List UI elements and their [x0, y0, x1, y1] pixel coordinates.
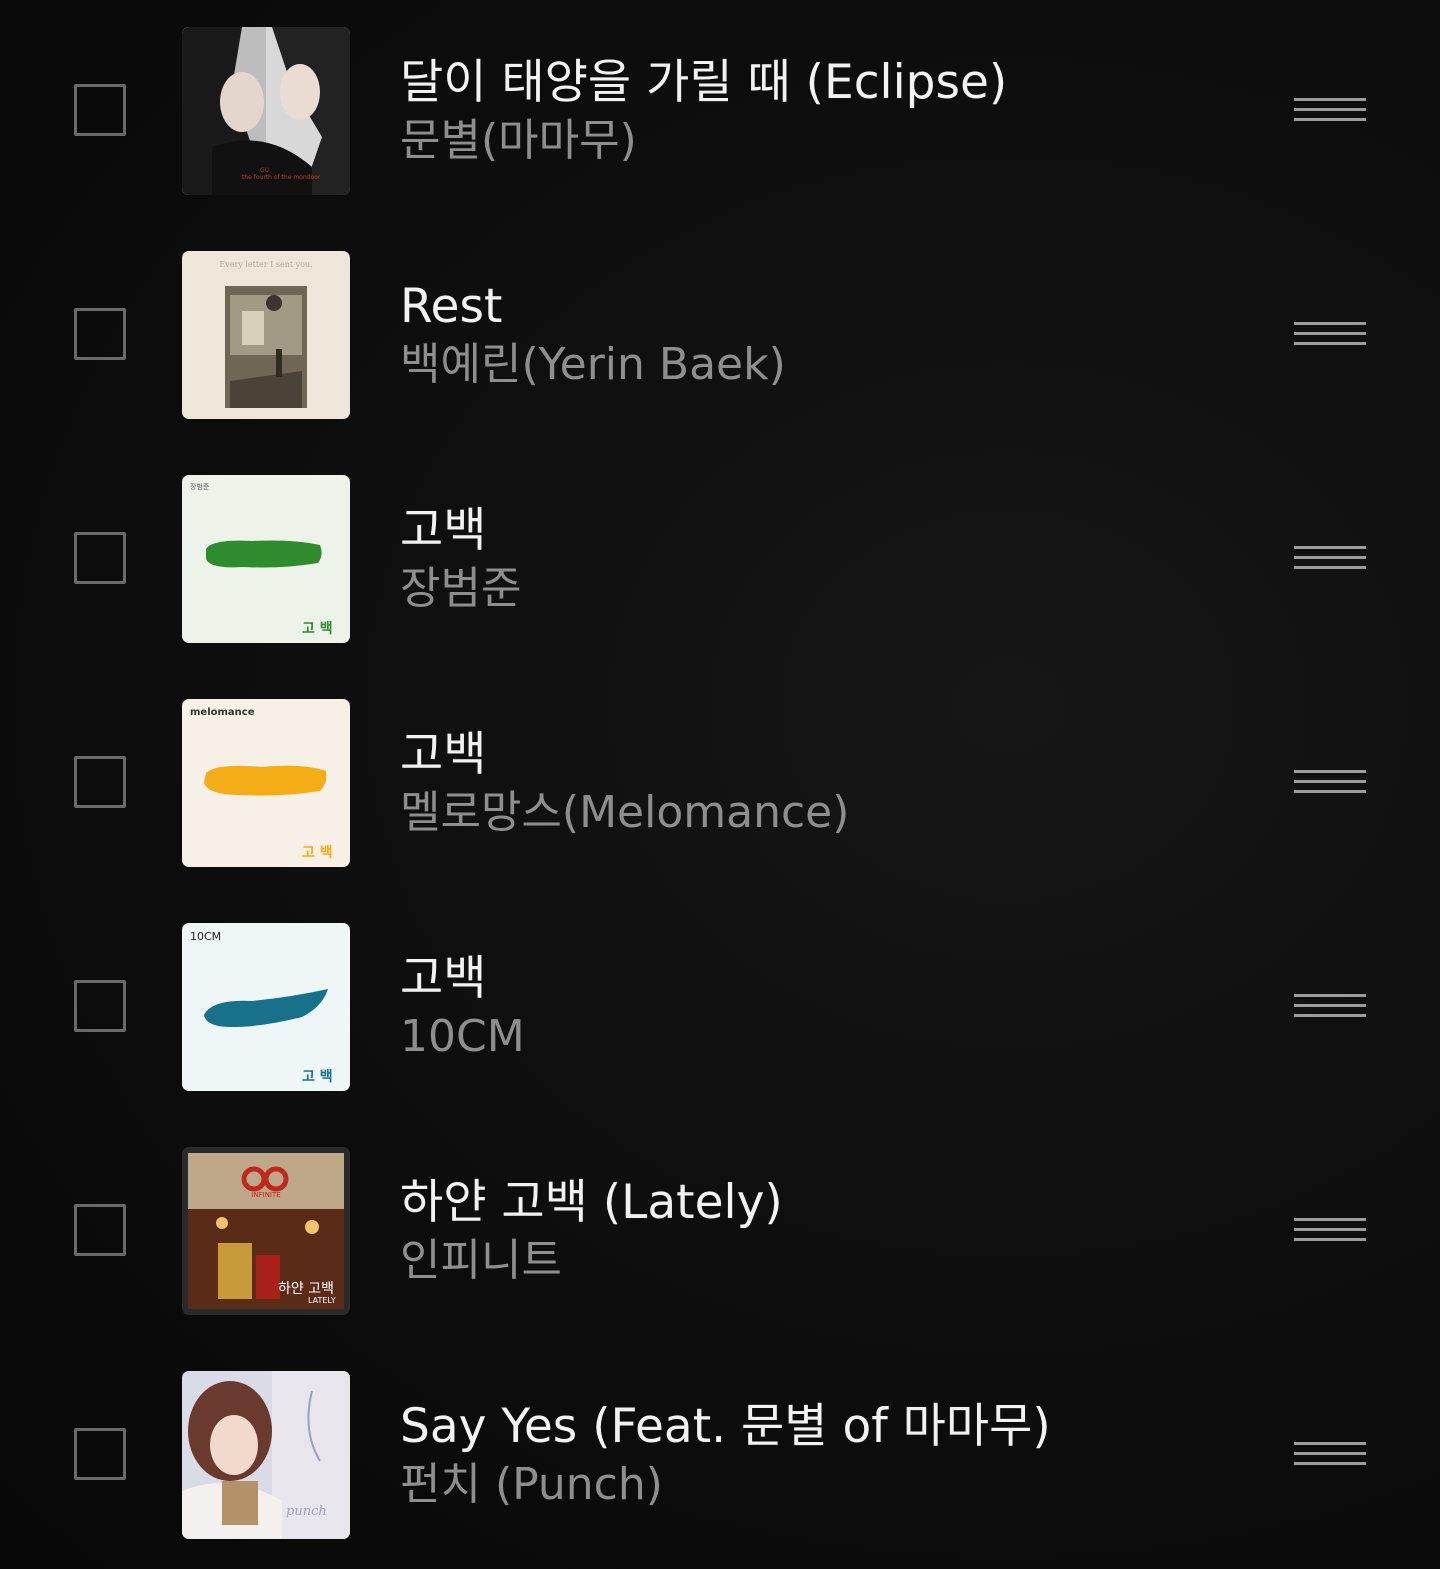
list-item[interactable]: melomance 고 백 고백 멜로망스(Melomance): [0, 672, 1440, 896]
song-artist: 백예린(Yerin Baek): [400, 339, 786, 390]
song-artist: 멜로망스(Melomance): [400, 787, 850, 838]
album-art-punch: punch: [182, 1371, 350, 1539]
select-checkbox[interactable]: [74, 532, 126, 584]
svg-text:punch: punch: [286, 1504, 327, 1519]
svg-text:LATELY: LATELY: [308, 1296, 336, 1305]
song-title: 고백: [400, 727, 487, 782]
list-item[interactable]: 10CM 고 백 고백 10CM: [0, 896, 1440, 1120]
drag-handle-icon[interactable]: [1294, 1442, 1366, 1468]
drag-handle-icon[interactable]: [1294, 322, 1366, 348]
svg-text:the fourth of the mondoor: the fourth of the mondoor: [242, 174, 321, 181]
album-art-text: Every letter I sent you.: [219, 260, 312, 269]
svg-text:고 백: 고 백: [302, 621, 333, 637]
song-artist: 인피니트: [400, 1235, 562, 1286]
svg-text:melomance: melomance: [190, 707, 255, 718]
select-checkbox[interactable]: [74, 756, 126, 808]
playlist-edit-list: the fourth of the mondoor GU 달이 태양을 가릴 때…: [0, 0, 1440, 1569]
song-title: 고백: [400, 503, 487, 558]
song-title: 하얀 고백 (Lately): [400, 1175, 783, 1230]
album-art-gobaek-teal: 10CM 고 백: [182, 923, 350, 1091]
song-title: Rest: [400, 279, 503, 334]
svg-text:고 백: 고 백: [302, 1069, 333, 1085]
song-artist: 펀치 (Punch): [400, 1459, 663, 1510]
svg-text:장범준: 장범준: [190, 482, 210, 491]
song-artist: 10CM: [400, 1011, 525, 1062]
album-art-infinite: INFINITE 하얀 고백 LATELY: [182, 1147, 350, 1315]
select-checkbox[interactable]: [74, 84, 126, 136]
svg-text:하얀 고백: 하얀 고백: [278, 1281, 334, 1297]
song-artist: 장범준: [400, 563, 522, 614]
drag-handle-icon[interactable]: [1294, 994, 1366, 1020]
album-art-eclipse: the fourth of the mondoor GU: [182, 27, 350, 195]
album-art-gobaek-yellow: melomance 고 백: [182, 699, 350, 867]
song-title: Say Yes (Feat. 문별 of 마마무): [400, 1399, 1051, 1454]
select-checkbox[interactable]: [74, 1428, 126, 1480]
list-item[interactable]: punch Say Yes (Feat. 문별 of 마마무) 펀치 (Punc…: [0, 1344, 1440, 1568]
list-item[interactable]: Every letter I sent you. Rest 백예린(Yerin …: [0, 224, 1440, 448]
list-item[interactable]: INFINITE 하얀 고백 LATELY 하얀 고백 (Lately) 인피니…: [0, 1120, 1440, 1344]
list-item[interactable]: the fourth of the mondoor GU 달이 태양을 가릴 때…: [0, 0, 1440, 224]
drag-handle-icon[interactable]: [1294, 1218, 1366, 1244]
select-checkbox[interactable]: [74, 1204, 126, 1256]
song-title: 달이 태양을 가릴 때 (Eclipse): [400, 55, 1008, 110]
list-item[interactable]: 장범준 고 백 고백 장범준: [0, 448, 1440, 672]
album-art-gobaek-green: 장범준 고 백: [182, 475, 350, 643]
svg-text:10CM: 10CM: [190, 930, 221, 943]
song-artist: 문별(마마무): [400, 115, 637, 166]
drag-handle-icon[interactable]: [1294, 98, 1366, 124]
song-title: 고백: [400, 951, 487, 1006]
drag-handle-icon[interactable]: [1294, 546, 1366, 572]
svg-text:INFINITE: INFINITE: [251, 1191, 280, 1199]
svg-text:고 백: 고 백: [302, 845, 333, 861]
select-checkbox[interactable]: [74, 308, 126, 360]
select-checkbox[interactable]: [74, 980, 126, 1032]
drag-handle-icon[interactable]: [1294, 770, 1366, 796]
svg-text:GU: GU: [260, 167, 269, 174]
album-art-every-letter: Every letter I sent you.: [182, 251, 350, 419]
